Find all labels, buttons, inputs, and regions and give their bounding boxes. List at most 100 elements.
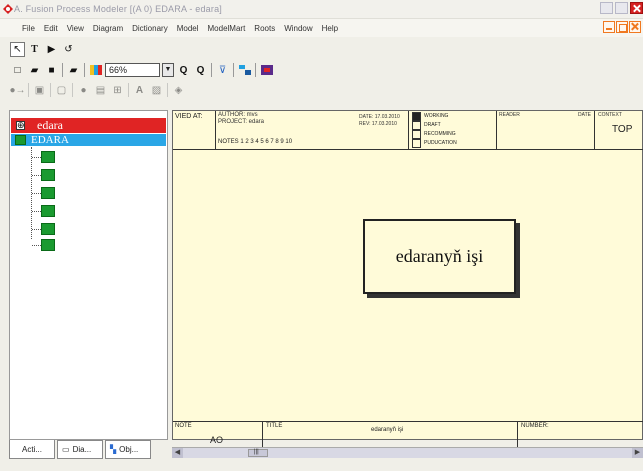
note-value: AO xyxy=(210,435,224,445)
nav-copy-icon[interactable]: ▢ xyxy=(54,83,69,98)
menu-view[interactable]: View xyxy=(67,24,84,33)
menu-bar: File Edit View Diagram Dictionary Model … xyxy=(0,19,643,37)
activity-node-icon xyxy=(41,239,55,251)
tab-label: Obj... xyxy=(119,445,139,454)
minimize-button[interactable] xyxy=(600,2,613,14)
context-value: TOP xyxy=(612,124,633,135)
zoom-in-icon[interactable]: Q xyxy=(176,63,191,78)
tree-child-node[interactable] xyxy=(32,187,55,199)
color-icon[interactable] xyxy=(88,63,103,78)
mdi-maximize-button[interactable] xyxy=(616,21,628,33)
menu-model[interactable]: Model xyxy=(177,24,199,33)
maximize-button[interactable] xyxy=(615,2,628,14)
menu-modelmart[interactable]: ModelMart xyxy=(208,24,246,33)
activity-box[interactable]: edaranyň işi xyxy=(363,219,516,294)
title-value: edaranyň işi xyxy=(371,427,404,433)
title-cell: TITLE edaranyň işi xyxy=(263,422,518,448)
text-tool-icon[interactable]: T xyxy=(27,42,42,57)
tree-node-edara[interactable]: EDARA xyxy=(11,134,166,146)
pointer-icon[interactable]: ↖ xyxy=(10,41,25,57)
scroll-right-icon[interactable]: ▶ xyxy=(632,448,643,458)
toolbar-separator xyxy=(233,63,234,77)
used-at-label: VIED AT: xyxy=(175,113,203,120)
zoom-input[interactable]: 66% xyxy=(105,63,160,77)
tree-node-label: EDARA xyxy=(31,134,69,146)
toolbar-separator xyxy=(211,63,212,77)
tree-child-node[interactable] xyxy=(32,223,55,235)
date-cell: DATE: 17.03.2010 REV: 17.03.2010 xyxy=(359,111,409,150)
undo-icon[interactable]: ↺ xyxy=(61,42,76,57)
activity-node-icon xyxy=(41,223,55,235)
menu-window[interactable]: Window xyxy=(284,24,312,33)
standard-toolbar: □ ▰ ■ ▰ 66% ▼ Q Q ⊽ xyxy=(10,61,274,79)
app-logo-icon xyxy=(3,4,13,14)
nav-back-icon[interactable]: ●→ xyxy=(9,83,25,98)
title-label: TITLE xyxy=(266,423,283,429)
nav-step-icon[interactable]: ◈ xyxy=(171,83,186,98)
toolbar-separator xyxy=(128,83,129,97)
objects-icon: ▚ xyxy=(110,445,117,454)
diagram-canvas[interactable]: VIED AT: AUTHOR: mvs PROJECT: edara NOTE… xyxy=(172,110,643,448)
zoom-out-icon[interactable]: Q xyxy=(193,63,208,78)
tree-child-node[interactable] xyxy=(32,205,55,217)
number-label: NUMBER: xyxy=(521,423,549,429)
mdi-close-button[interactable] xyxy=(629,21,641,33)
tab-objects[interactable]: ▚ Obj... xyxy=(105,440,151,459)
open-icon[interactable]: ▰ xyxy=(27,63,42,78)
menu-roots[interactable]: Roots xyxy=(254,24,275,33)
menu-file[interactable]: File xyxy=(22,24,35,33)
menu-help[interactable]: Help xyxy=(322,24,338,33)
arrow-tool-icon[interactable]: ▶ xyxy=(44,42,59,57)
navigation-toolbar: ●→ ▣ ▢ ● ▤ ⊞ A ▨ ◈ xyxy=(9,81,186,99)
filter-icon[interactable]: ⊽ xyxy=(215,63,230,78)
rev-label: REV: 17.03.2010 xyxy=(359,121,397,127)
close-button[interactable] xyxy=(630,2,643,14)
scroll-thumb[interactable]: ||| xyxy=(248,449,268,457)
scroll-left-icon[interactable]: ◀ xyxy=(172,448,183,458)
nav-font-icon[interactable]: A xyxy=(132,83,147,98)
nav-page-icon[interactable]: ▤ xyxy=(93,83,108,98)
tab-activities[interactable]: Acti... xyxy=(9,440,55,459)
toolbar-separator xyxy=(62,63,63,77)
tree-root-node[interactable]: ⊕ edara xyxy=(11,118,166,133)
menu-edit[interactable]: Edit xyxy=(44,24,58,33)
save-icon[interactable]: ■ xyxy=(44,63,59,78)
new-icon[interactable]: □ xyxy=(10,63,25,78)
reader-cell: READER DATE xyxy=(497,111,595,150)
zoom-dropdown-icon[interactable]: ▼ xyxy=(162,63,174,77)
note-label: NOTE xyxy=(175,423,192,429)
menu-diagram[interactable]: Diagram xyxy=(93,24,123,33)
number-cell: NUMBER: xyxy=(518,422,643,448)
notes-label: NOTES 1 2 3 4 5 6 7 8 9 10 xyxy=(218,139,293,145)
toolbar-separator xyxy=(72,83,73,97)
diagram-header: VIED AT: AUTHOR: mvs PROJECT: edara NOTE… xyxy=(173,111,643,150)
status-cell xyxy=(409,111,497,150)
activity-node-icon xyxy=(41,187,55,199)
model-explorer-panel: ⊕ edara EDARA xyxy=(9,110,168,440)
note-cell: NOTE AO xyxy=(173,422,263,448)
print-icon[interactable]: ▰ xyxy=(66,63,81,78)
tab-diagrams[interactable]: ▭ Dia... xyxy=(57,440,103,459)
horizontal-scrollbar[interactable]: ◀ ||| ▶ xyxy=(172,447,643,458)
expand-icon[interactable]: ⊕ xyxy=(16,121,25,130)
context-cell: CONTEXT TOP xyxy=(595,111,643,150)
activity-node-icon xyxy=(41,205,55,217)
layout-icon[interactable] xyxy=(237,63,252,78)
reader-date-label: DATE xyxy=(578,112,591,118)
mdi-minimize-button[interactable] xyxy=(603,21,615,33)
nav-activity-icon[interactable]: ● xyxy=(76,83,91,98)
date-label: DATE: 17.03.2010 xyxy=(359,114,400,120)
tree-child-node[interactable] xyxy=(32,151,55,163)
nav-grid-icon[interactable]: ⊞ xyxy=(110,83,125,98)
scroll-thumb-grip: ||| xyxy=(254,449,259,455)
model-icon[interactable] xyxy=(259,63,274,78)
tree-child-node[interactable] xyxy=(32,169,55,181)
toolbar-separator xyxy=(28,83,29,97)
nav-disk-icon[interactable]: ▣ xyxy=(32,83,47,98)
tab-label: Dia... xyxy=(72,445,92,454)
nav-image-icon[interactable]: ▨ xyxy=(149,83,164,98)
author-label: AUTHOR: mvs xyxy=(218,112,258,118)
tree-child-node[interactable] xyxy=(32,239,55,251)
used-at-cell: VIED AT: xyxy=(173,111,216,150)
menu-dictionary[interactable]: Dictionary xyxy=(132,24,168,33)
